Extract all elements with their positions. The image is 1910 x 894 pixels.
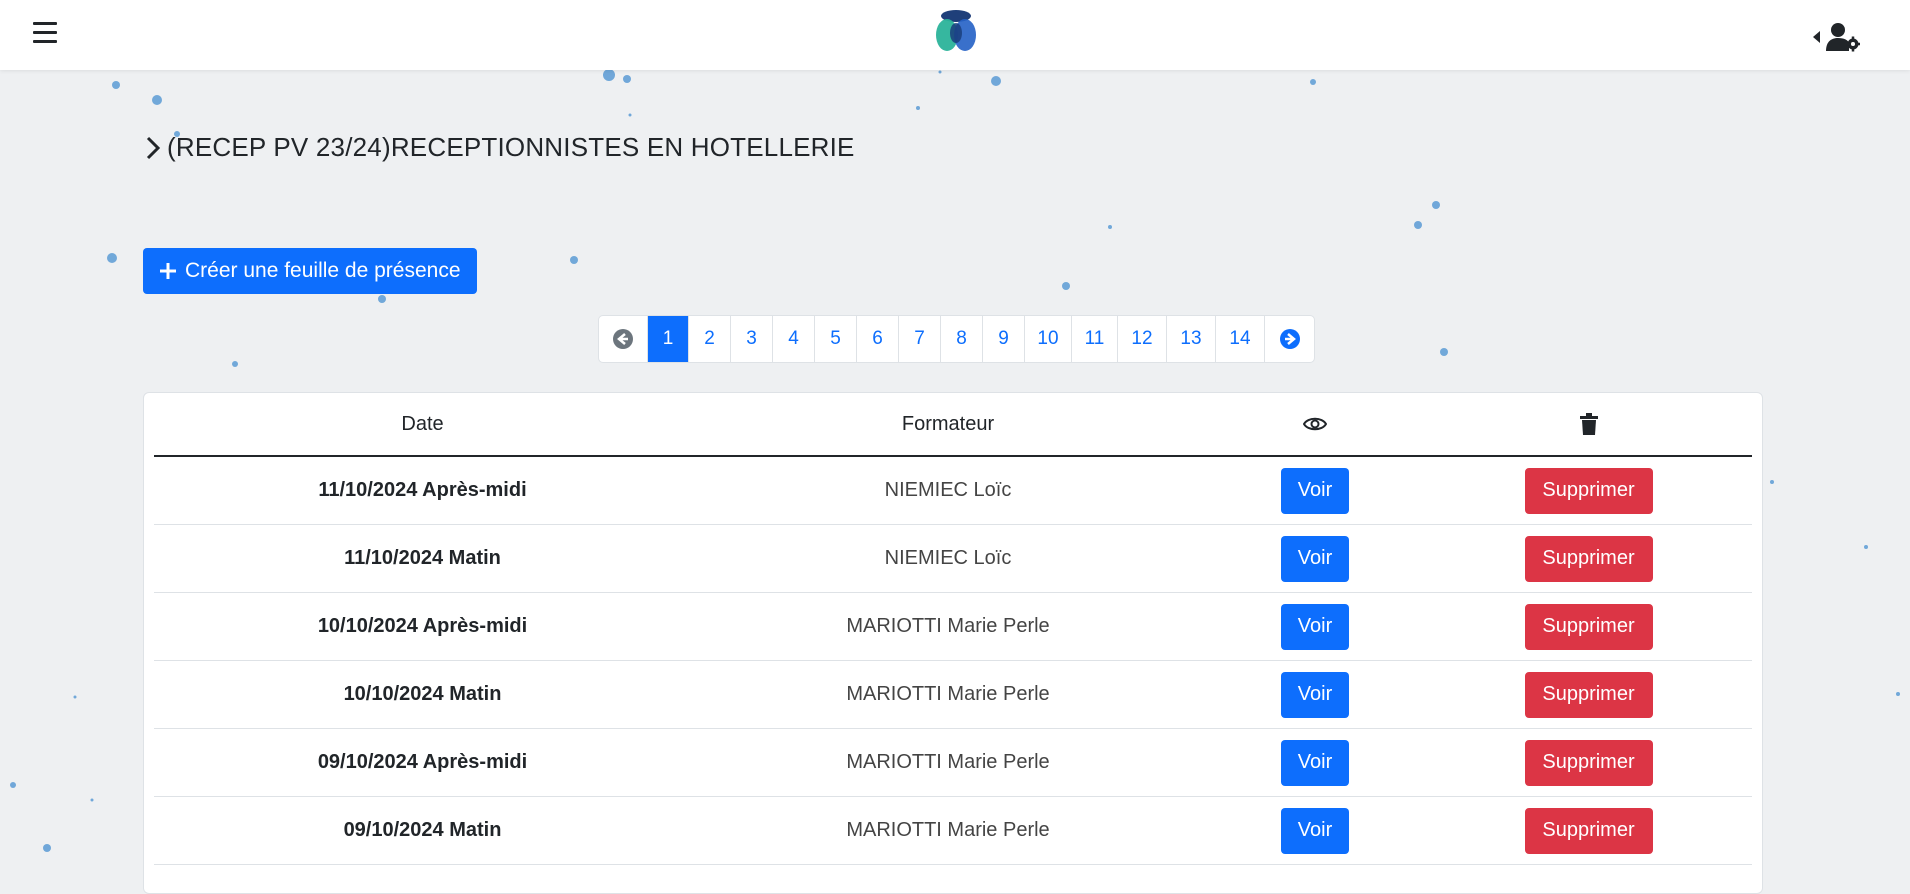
row-trainer: MARIOTTI Marie Perle <box>691 592 1205 661</box>
row-trainer: NIEMIEC Loïc <box>691 456 1205 525</box>
plus-icon <box>160 263 176 279</box>
app-logo[interactable] <box>931 9 981 55</box>
view-button[interactable]: Voir <box>1281 807 1349 854</box>
row-view-cell: Voir <box>1205 660 1425 729</box>
table-row: 10/10/2024 Matin MARIOTTI Marie Perle Voir… <box>154 660 1752 729</box>
page-link-13[interactable]: 13 <box>1167 316 1216 362</box>
delete-button[interactable]: Supprimer <box>1524 671 1653 718</box>
view-button[interactable]: Voir <box>1281 467 1349 514</box>
pagination-next-button[interactable] <box>1265 316 1314 362</box>
row-delete-cell: Supprimer <box>1425 592 1752 661</box>
row-delete-cell: Supprimer <box>1425 796 1752 865</box>
page-link-14[interactable]: 14 <box>1216 316 1265 362</box>
delete-button[interactable]: Supprimer <box>1524 603 1653 650</box>
delete-button[interactable]: Supprimer <box>1524 467 1653 514</box>
chevron-right-icon <box>146 136 161 159</box>
page-link-7[interactable]: 7 <box>899 316 941 362</box>
page-link-11[interactable]: 11 <box>1072 316 1118 362</box>
delete-button[interactable]: Supprimer <box>1524 739 1653 786</box>
row-delete-cell: Supprimer <box>1425 660 1752 729</box>
page-link-9[interactable]: 9 <box>983 316 1025 362</box>
row-view-cell: Voir <box>1205 592 1425 661</box>
table-row: 11/10/2024 Après-midi NIEMIEC Loïc Voir Sup… <box>154 456 1752 525</box>
row-view-cell: Voir <box>1205 456 1425 525</box>
table-row: 10/10/2024 Après-midi MARIOTTI Marie Perl… <box>154 592 1752 661</box>
pagination: 1 2 3 4 5 6 7 8 9 10 11 12 13 14 <box>598 315 1315 363</box>
row-date: 10/10/2024 Matin <box>154 660 691 729</box>
view-button[interactable]: Voir <box>1281 739 1349 786</box>
row-date: 09/10/2024 Matin <box>154 796 691 865</box>
attendance-table: Date Formateur 11/10/2024 Après-midi NIE… <box>154 393 1752 865</box>
table-row: 11/10/2024 Matin NIEMIEC Loïc Voir Supprime… <box>154 524 1752 593</box>
row-trainer: MARIOTTI Marie Perle <box>691 660 1205 729</box>
delete-button[interactable]: Supprimer <box>1524 807 1653 854</box>
hamburger-menu-icon[interactable] <box>33 22 57 46</box>
user-settings-icon <box>1826 23 1860 52</box>
create-attendance-sheet-button[interactable]: Créer une feuille de présence <box>143 248 477 294</box>
page-link-12[interactable]: 12 <box>1118 316 1167 362</box>
row-delete-cell: Supprimer <box>1425 456 1752 525</box>
delete-button[interactable]: Supprimer <box>1524 535 1653 582</box>
view-button[interactable]: Voir <box>1281 603 1349 650</box>
caret-left-icon <box>1813 31 1820 43</box>
row-date: 11/10/2024 Matin <box>154 524 691 593</box>
page-link-1[interactable]: 1 <box>648 316 689 362</box>
row-trainer: NIEMIEC Loïc <box>691 524 1205 593</box>
page-link-4[interactable]: 4 <box>773 316 815 362</box>
page-link-6[interactable]: 6 <box>857 316 899 362</box>
row-trainer: MARIOTTI Marie Perle <box>691 728 1205 797</box>
column-header-delete <box>1425 393 1752 457</box>
arrow-circle-right-icon <box>1279 329 1300 349</box>
row-date: 11/10/2024 Après-midi <box>154 456 691 525</box>
column-header-date: Date <box>154 393 691 457</box>
column-header-view <box>1205 393 1425 457</box>
page-link-5[interactable]: 5 <box>815 316 857 362</box>
column-header-trainer: Formateur <box>691 393 1205 457</box>
breadcrumb: (RECEP PV 23/24)RECEPTIONNISTES EN HOTEL… <box>143 132 855 163</box>
row-view-cell: Voir <box>1205 728 1425 797</box>
page-title: (RECEP PV 23/24)RECEPTIONNISTES EN HOTEL… <box>167 132 855 162</box>
page-link-3[interactable]: 3 <box>731 316 773 362</box>
table-header-row: Date Formateur <box>154 393 1752 457</box>
pagination-prev-button[interactable] <box>599 316 648 362</box>
row-delete-cell: Supprimer <box>1425 728 1752 797</box>
row-date: 10/10/2024 Après-midi <box>154 592 691 661</box>
page-link-8[interactable]: 8 <box>941 316 983 362</box>
trash-icon <box>1579 413 1598 436</box>
table-row: 09/10/2024 Après-midi MARIOTTI Marie Perl… <box>154 728 1752 797</box>
row-delete-cell: Supprimer <box>1425 524 1752 593</box>
top-navbar <box>0 0 1910 70</box>
arrow-circle-left-icon <box>613 329 633 349</box>
page-link-10[interactable]: 10 <box>1025 316 1072 362</box>
user-settings-menu[interactable] <box>1813 22 1860 52</box>
row-date: 09/10/2024 Après-midi <box>154 728 691 797</box>
view-button[interactable]: Voir <box>1281 671 1349 718</box>
page-link-2[interactable]: 2 <box>689 316 731 362</box>
row-trainer: MARIOTTI Marie Perle <box>691 796 1205 865</box>
row-view-cell: Voir <box>1205 524 1425 593</box>
eye-icon <box>1302 417 1328 431</box>
row-view-cell: Voir <box>1205 796 1425 865</box>
attendance-table-card: Date Formateur 11/10/2024 Après-midi NIE… <box>143 392 1763 894</box>
create-button-label: Créer une feuille de présence <box>185 259 461 282</box>
table-row: 09/10/2024 Matin MARIOTTI Marie Perle Voir… <box>154 796 1752 865</box>
view-button[interactable]: Voir <box>1281 535 1349 582</box>
